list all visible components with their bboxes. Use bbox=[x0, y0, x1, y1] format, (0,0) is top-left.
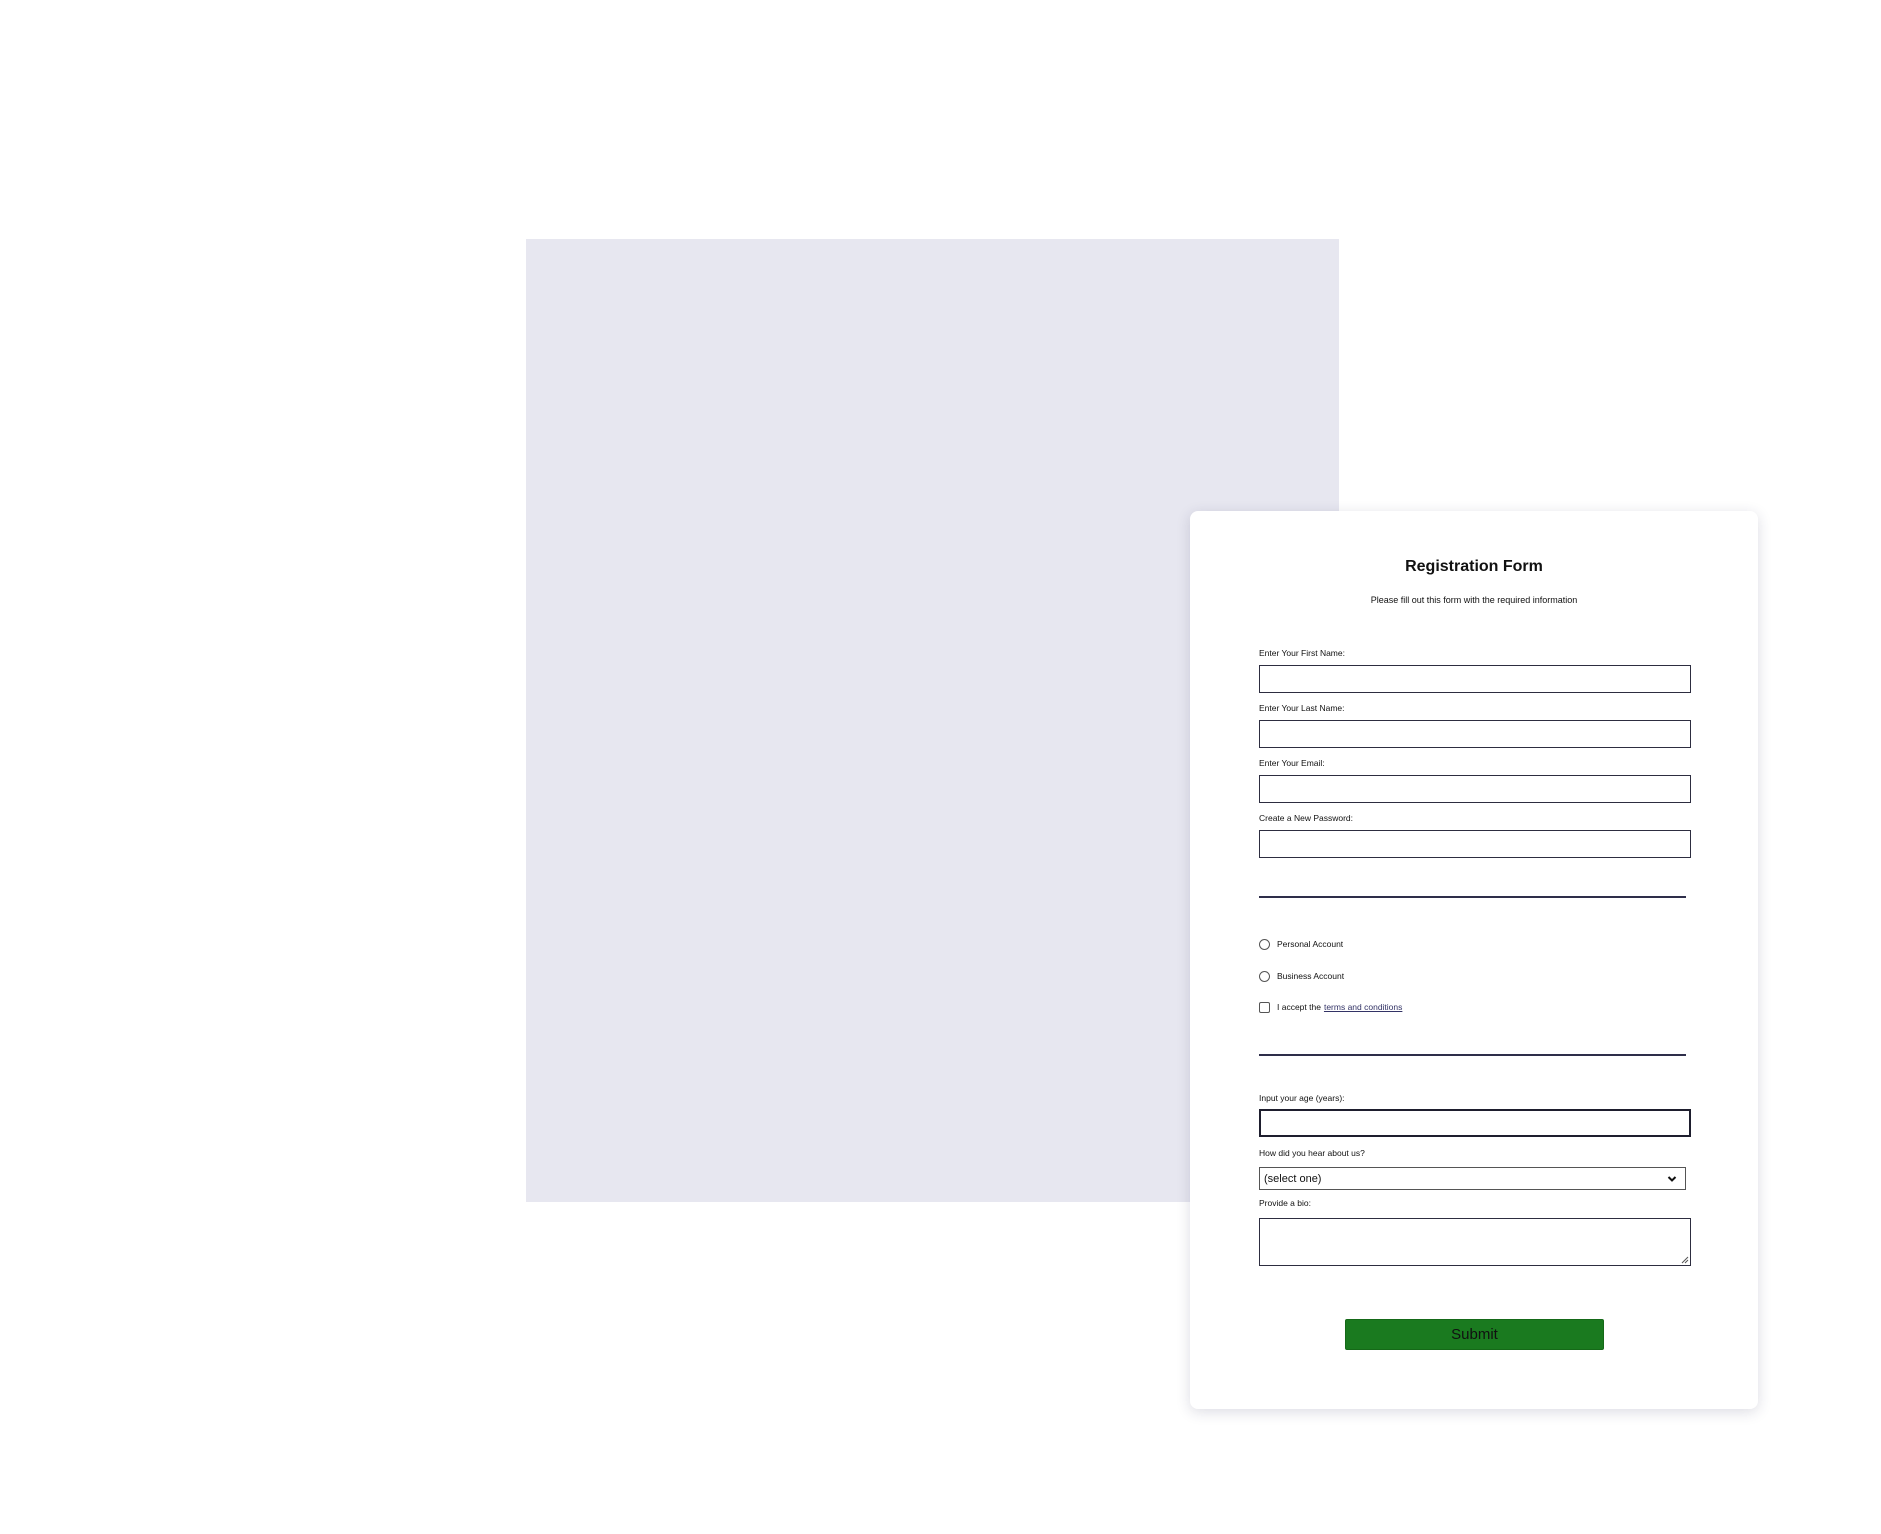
last-name-input[interactable] bbox=[1259, 720, 1691, 748]
form-title: Registration Form bbox=[1405, 558, 1543, 575]
section-divider-bottom bbox=[1259, 1054, 1686, 1056]
email-label: Enter Your Email: bbox=[1259, 758, 1325, 768]
terms-label: I accept the terms and conditions bbox=[1277, 1002, 1402, 1012]
section-divider-top bbox=[1259, 896, 1686, 898]
terms-checkbox[interactable] bbox=[1259, 1001, 1270, 1013]
referral-label: How did you hear about us? bbox=[1259, 1148, 1365, 1158]
age-label: Input your age (years): bbox=[1259, 1093, 1345, 1103]
bio-textarea[interactable] bbox=[1259, 1218, 1691, 1266]
page-backdrop: Registration Form Please fill out this f… bbox=[526, 239, 1758, 1409]
last-name-label: Enter Your Last Name: bbox=[1259, 703, 1345, 713]
referral-select[interactable]: (select one) bbox=[1259, 1167, 1686, 1190]
first-name-input[interactable] bbox=[1259, 665, 1691, 693]
password-label: Create a New Password: bbox=[1259, 813, 1354, 823]
submit-button[interactable]: Submit bbox=[1345, 1319, 1604, 1350]
age-input[interactable] bbox=[1259, 1109, 1691, 1137]
business-account-label: Business Account bbox=[1277, 971, 1345, 981]
terms-prefix: I accept the bbox=[1277, 1002, 1321, 1012]
chevron-down-icon bbox=[1667, 1176, 1677, 1182]
bio-label: Provide a bio: bbox=[1259, 1198, 1311, 1208]
form-subtitle: Please fill out this form with the requi… bbox=[1370, 595, 1578, 605]
personal-account-label: Personal Account bbox=[1277, 939, 1344, 949]
registration-form-card: Registration Form Please fill out this f… bbox=[1190, 511, 1758, 1409]
business-account-option[interactable]: Business Account bbox=[1259, 969, 1344, 983]
terms-link[interactable]: terms and conditions bbox=[1324, 1002, 1402, 1012]
personal-account-radio[interactable] bbox=[1259, 938, 1270, 950]
referral-selected-value: (select one) bbox=[1264, 1172, 1322, 1185]
resize-grip-icon[interactable] bbox=[1679, 1254, 1689, 1264]
business-account-radio[interactable] bbox=[1259, 970, 1270, 982]
first-name-label: Enter Your First Name: bbox=[1259, 648, 1345, 658]
terms-option[interactable]: I accept the terms and conditions bbox=[1259, 1000, 1402, 1014]
personal-account-option[interactable]: Personal Account bbox=[1259, 937, 1343, 951]
password-input[interactable] bbox=[1259, 830, 1691, 858]
email-input[interactable] bbox=[1259, 775, 1691, 803]
